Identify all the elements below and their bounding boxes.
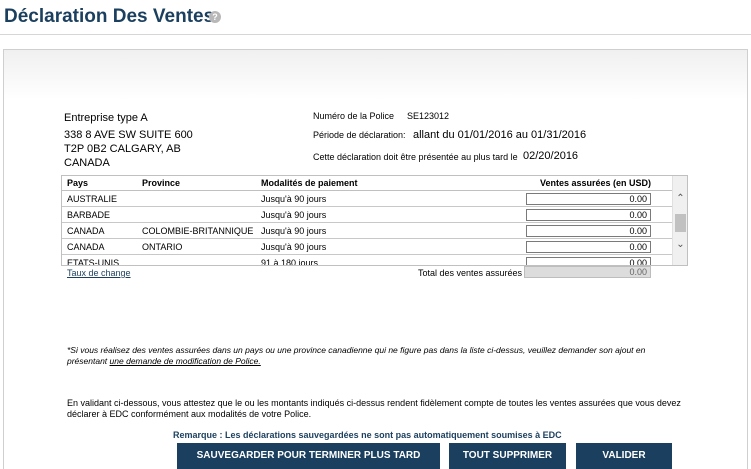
sales-amount-input[interactable]: 0.00 [526,225,651,237]
company-country: CANADA [64,157,110,169]
row-country: CANADA [67,226,105,236]
col-sales-header: Ventes assurées (en USD) [540,178,652,188]
attestation-text: En validant ci-dessous, vous attestez qu… [67,398,681,419]
period-value: allant du 01/01/2016 au 01/31/2016 [413,129,587,141]
col-country-header: Pays [67,178,89,188]
page-header: Déclaration Des Ventes ? [0,0,751,40]
row-province: ONTARIO [142,242,183,252]
page-title: Déclaration Des Ventes [4,6,215,27]
due-date-value: 02/20/2016 [523,150,579,162]
sales-amount-input[interactable]: 0.00 [526,257,651,265]
scroll-up-icon[interactable]: ⌃ [673,192,687,206]
period-label: Période de déclaration: [313,130,406,140]
delete-all-button[interactable]: TOUT SUPPRIMER [449,443,566,469]
col-terms-header: Modalités de paiement [261,178,358,188]
help-icon[interactable]: ? [209,11,221,23]
sales-amount-input[interactable]: 0.00 [526,193,651,205]
total-sales-label: Total des ventes assurées [418,268,523,278]
policy-modification-link[interactable]: une demande de modification de Police. [110,356,261,366]
table-row: BARBADE Jusqu'à 90 jours 0.00 [62,207,673,223]
row-terms: Jusqu'à 90 jours [261,226,327,236]
header-divider [0,34,751,35]
table-row: CANADA COLOMBIE-BRITANNIQUE Jusqu'à 90 j… [62,223,673,239]
table-row: ETATS-UNIS 91 à 180 jours 0.00 [62,255,673,266]
table-header: Pays Province Modalités de paiement Vent… [62,176,673,191]
save-for-later-button[interactable]: SAUVEGARDER POUR TERMINER PLUS TARD [177,443,440,469]
scroll-down-icon[interactable]: ⌄ [673,238,687,252]
sales-table: Pays Province Modalités de paiement Vent… [61,175,688,266]
col-province-header: Province [142,178,181,188]
due-date-label: Cette déclaration doit être présentée au… [313,152,518,162]
total-sales-value: 0.00 [524,266,651,278]
validate-button[interactable]: VALIDER [576,443,672,469]
row-country: BARBADE [67,210,111,220]
panel-gradient [4,50,747,100]
company-address-line2: T2P 0B2 CALGARY, AB [64,143,181,155]
company-name: Entreprise type A [64,112,148,124]
row-terms: Jusqu'à 90 jours [261,242,327,252]
row-country: ETATS-UNIS [67,258,120,266]
missing-country-note: *Si vous réalisez des ventes assurées da… [67,345,687,367]
remark-text: Remarque : Les déclarations sauvegardées… [173,430,562,440]
row-terms: Jusqu'à 90 jours [261,194,327,204]
table-scrollbar[interactable]: ⌃ ⌄ [672,176,687,265]
exchange-rate-link[interactable]: Taux de change [67,268,131,279]
row-province: COLOMBIE-BRITANNIQUE [142,226,254,236]
row-terms: Jusqu'à 90 jours [261,210,327,220]
sales-amount-input[interactable]: 0.00 [526,241,651,253]
table-row: AUSTRALIE Jusqu'à 90 jours 0.00 [62,191,673,207]
policy-number-value: SE123012 [407,111,450,121]
row-country: AUSTRALIE [67,194,118,204]
table-row: CANADA ONTARIO Jusqu'à 90 jours 0.00 [62,239,673,255]
row-terms: 91 à 180 jours [261,258,319,266]
sales-amount-input[interactable]: 0.00 [526,209,651,221]
policy-number-label: Numéro de la Police [313,111,395,121]
company-address-line1: 338 8 AVE SW SUITE 600 [64,129,193,141]
scrollbar-thumb[interactable] [675,214,686,232]
row-country: CANADA [67,242,105,252]
